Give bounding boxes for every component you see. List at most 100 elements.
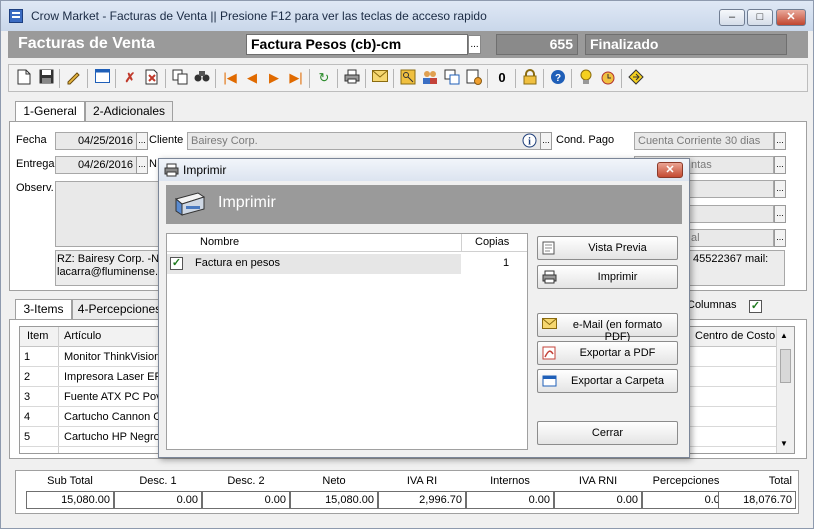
entrega-label: Entrega xyxy=(16,158,55,170)
dialog-heading: Imprimir xyxy=(218,194,276,211)
fecha-picker-button[interactable]: ... xyxy=(136,132,148,150)
column-header-nombre[interactable]: Nombre xyxy=(200,236,239,248)
document-status-field: Finalizado xyxy=(585,34,787,55)
observ-field[interactable] xyxy=(55,181,165,247)
refresh-icon[interactable]: ↻ xyxy=(315,69,333,87)
binoculars-icon[interactable] xyxy=(193,69,211,87)
entrega-field[interactable]: 04/26/2016 xyxy=(55,156,137,174)
rz-line-2: lacarra@fluminense.c xyxy=(57,266,164,278)
imprimir-button[interactable]: Imprimir xyxy=(537,265,678,289)
tab-adicionales[interactable]: 2-Adicionales xyxy=(85,101,173,121)
scroll-down-icon[interactable]: ▼ xyxy=(780,439,788,448)
totals-panel: Sub Total 15,080.00 Desc. 1 0.00 Desc. 2 0.… xyxy=(15,470,799,514)
entrega-picker-button[interactable]: ... xyxy=(136,156,148,174)
phone-fragment: 45522367 mail: xyxy=(693,253,769,265)
fecha-label: Fecha xyxy=(16,134,47,146)
module-title: Facturas de Venta xyxy=(18,35,155,52)
delete-document-icon[interactable] xyxy=(143,69,161,87)
alarm-clock-icon[interactable] xyxy=(599,69,617,87)
column-header-copias[interactable]: Copias xyxy=(475,236,509,248)
cancel-icon[interactable]: ✗ xyxy=(121,69,139,87)
go-arrow-icon[interactable] xyxy=(627,69,645,87)
scrollbar-thumb[interactable] xyxy=(780,349,791,383)
close-button[interactable]: ✕ xyxy=(776,9,806,26)
cliente-lookup-button[interactable]: ... xyxy=(540,132,552,150)
document-number-field: 655 xyxy=(496,34,578,55)
last-record-icon[interactable]: ▶| xyxy=(287,69,305,87)
copy-icon[interactable] xyxy=(171,69,189,87)
key-icon[interactable] xyxy=(399,69,417,87)
svg-text:i: i xyxy=(528,137,531,148)
help-icon[interactable]: ? xyxy=(549,69,567,87)
report-name: Factura en pesos xyxy=(195,257,280,269)
column-header-centro-costo[interactable]: Centro de Costo xyxy=(695,330,775,342)
right-field-2-lookup-button[interactable]: ... xyxy=(774,156,786,174)
toolbar: ✗ |◀ ◀ ▶ ▶| ↻ 0 ? xyxy=(8,64,808,92)
right-field-5-lookup-button[interactable]: ... xyxy=(774,229,786,247)
scroll-up-icon[interactable]: ▲ xyxy=(780,331,788,340)
window-list-icon[interactable] xyxy=(443,69,461,87)
document-type-lookup-button[interactable]: ... xyxy=(468,35,481,54)
row-checkbox[interactable]: ✓ xyxy=(170,257,183,270)
previous-record-icon[interactable]: ◀ xyxy=(243,69,261,87)
first-record-icon[interactable]: |◀ xyxy=(221,69,239,87)
module-header: Facturas de Venta Factura Pesos (cb)-cm … xyxy=(8,31,808,58)
rz-line-1: RZ: Bairesy Corp. -N: xyxy=(57,253,163,265)
pdf-icon xyxy=(542,346,557,360)
window-icon[interactable] xyxy=(93,69,111,87)
email-pdf-button[interactable]: e-Mail (en formato PDF) xyxy=(537,313,678,343)
total-internos: Internos 0.00 xyxy=(466,475,554,509)
fecha-field[interactable]: 04/25/2016 xyxy=(55,132,137,150)
tab-percepciones[interactable]: 4-Percepciones xyxy=(72,299,167,319)
exportar-carpeta-button[interactable]: Exportar a Carpeta xyxy=(537,369,678,393)
right-field-2-text: ntas xyxy=(691,159,712,171)
email-icon xyxy=(542,318,557,332)
report-copies[interactable]: 1 xyxy=(503,257,509,269)
print-dialog: Imprimir ✕ Imprimir Nombre Copias ✓ Fact… xyxy=(158,158,690,458)
right-field-3-lookup-button[interactable]: ... xyxy=(774,180,786,198)
columnas-label: Columnas xyxy=(687,299,737,311)
column-header-item[interactable]: Item xyxy=(27,330,48,342)
email-icon[interactable] xyxy=(371,69,389,87)
items-vertical-scrollbar[interactable]: ▲ ▼ xyxy=(776,327,794,453)
total-iva-ri: IVA RI 2,996.70 xyxy=(378,475,466,509)
total-percepciones: Percepciones 0.00 xyxy=(642,475,730,509)
tab-items[interactable]: 3-Items xyxy=(15,299,72,320)
maximize-button[interactable]: □ xyxy=(747,9,773,26)
document-settings-icon[interactable] xyxy=(465,69,483,87)
save-icon[interactable] xyxy=(37,69,55,87)
dialog-close-button[interactable]: ✕ xyxy=(657,162,683,178)
cond-pago-lookup-button[interactable]: ... xyxy=(774,132,786,150)
info-icon[interactable]: i xyxy=(522,133,537,148)
vista-previa-button[interactable]: Vista Previa xyxy=(537,236,678,260)
lock-icon[interactable] xyxy=(521,69,539,87)
total-sub-total: Sub Total 15,080.00 xyxy=(26,475,114,509)
cliente-field[interactable]: Bairesy Corp. xyxy=(187,132,541,150)
exportar-pdf-button[interactable]: Exportar a PDF xyxy=(537,341,678,365)
edit-icon[interactable] xyxy=(65,69,83,87)
dialog-title: Imprimir xyxy=(183,163,227,177)
cond-pago-label: Cond. Pago xyxy=(556,134,615,146)
column-header-articulo[interactable]: Artículo xyxy=(64,330,101,342)
svg-text:?: ? xyxy=(555,73,561,84)
large-printer-icon xyxy=(172,189,208,219)
cerrar-button[interactable]: Cerrar xyxy=(537,421,678,445)
right-field-4-lookup-button[interactable]: ... xyxy=(774,205,786,223)
attachment-icon[interactable]: 0 xyxy=(493,69,511,87)
app-icon xyxy=(9,9,23,23)
list-item[interactable]: ✓ Factura en pesos xyxy=(167,254,461,274)
cond-pago-field[interactable]: Cuenta Corriente 30 dias xyxy=(634,132,774,150)
lightbulb-icon[interactable] xyxy=(577,69,595,87)
printer-icon[interactable] xyxy=(343,69,361,87)
users-icon[interactable] xyxy=(421,69,439,87)
print-icon xyxy=(542,270,557,284)
next-record-icon[interactable]: ▶ xyxy=(265,69,283,87)
right-field-5-text: al xyxy=(691,232,700,244)
observ-label: Observ. xyxy=(16,182,54,194)
new-document-icon[interactable] xyxy=(15,69,33,87)
document-type-field[interactable]: Factura Pesos (cb)-cm xyxy=(246,34,468,55)
printer-icon xyxy=(164,163,179,177)
minimize-button[interactable]: – xyxy=(719,9,745,26)
columnas-checkbox[interactable]: ✓ xyxy=(749,300,762,313)
tab-general[interactable]: 1-General xyxy=(15,101,85,122)
